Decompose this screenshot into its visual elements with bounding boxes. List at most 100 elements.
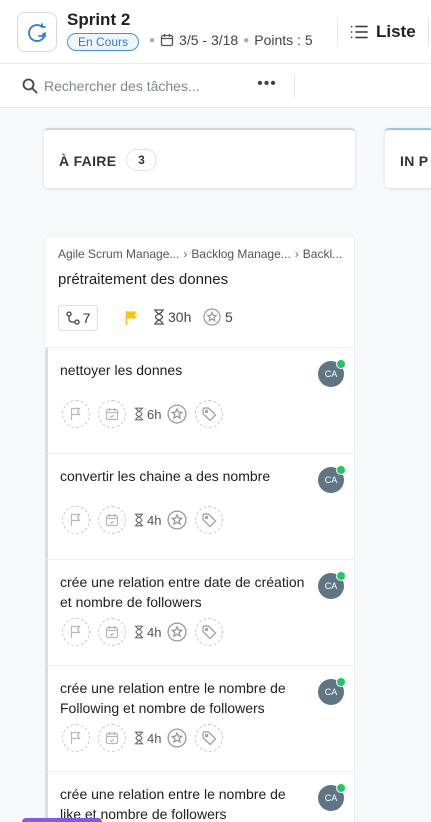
toolbar: •••: [0, 64, 431, 108]
add-tag-button[interactable]: [195, 506, 224, 534]
flag-icon: [70, 731, 81, 744]
hourglass-icon: [134, 731, 144, 745]
sprint-title: Sprint 2: [67, 10, 131, 29]
flag-icon: [70, 625, 81, 638]
view-list-toggle[interactable]: Liste: [350, 22, 416, 42]
time-estimate[interactable]: 4h: [134, 513, 161, 528]
subtask-count: 7: [82, 310, 91, 326]
breadcrumb: Agile Scrum Manage... › Backlog Manage..…: [58, 247, 348, 261]
sprint-header: Sprint 2 En Cours ● 3/5 - 3/18 ● Points …: [0, 0, 431, 64]
hourglass-icon: [134, 625, 144, 639]
story-points[interactable]: 5: [203, 308, 233, 326]
subtask-actions: 4h: [62, 506, 224, 534]
set-due-date-button[interactable]: [98, 618, 126, 646]
subtask-count-button[interactable]: 7: [58, 305, 98, 331]
floating-action-bar[interactable]: [22, 818, 102, 822]
subtask-card[interactable]: convertir les chaine a des nombre CA 4h: [45, 454, 355, 560]
hourglass-icon: [154, 309, 164, 325]
divider: [294, 75, 295, 97]
breadcrumb-item[interactable]: Backl...: [303, 247, 342, 261]
time-estimate-value: 6h: [147, 406, 162, 422]
tag-icon: [202, 513, 217, 528]
breadcrumb-item[interactable]: Agile Scrum Manage...: [58, 247, 179, 261]
separator-dot: ●: [149, 34, 156, 46]
time-estimate-value: 4h: [147, 624, 162, 640]
view-label: Liste: [376, 22, 416, 41]
online-status-dot: [336, 359, 346, 369]
sprint-icon[interactable]: [17, 12, 57, 52]
time-estimate[interactable]: 4h: [134, 625, 161, 640]
set-priority-button[interactable]: [62, 506, 90, 534]
add-tag-button[interactable]: [195, 400, 224, 428]
search-input[interactable]: [44, 75, 244, 97]
flag-icon: [70, 407, 81, 420]
sprint-meta: ● 3/5 - 3/18 ● Points : 5: [144, 32, 313, 48]
story-points-button[interactable]: [167, 622, 188, 642]
calendar-check-icon: [105, 514, 119, 527]
online-status-dot: [336, 571, 346, 581]
set-priority-button[interactable]: [62, 618, 90, 646]
chevron-right-icon: ›: [183, 247, 188, 261]
subtask-card[interactable]: crée une relation entre date de création…: [45, 560, 355, 666]
add-tag-button[interactable]: [195, 724, 224, 752]
add-tag-button[interactable]: [195, 618, 224, 646]
chevron-right-icon: ›: [294, 247, 299, 261]
online-status-dot: [336, 677, 346, 687]
set-due-date-button[interactable]: [98, 400, 126, 428]
priority-flag-icon[interactable]: [125, 310, 139, 326]
flag-icon: [70, 513, 81, 526]
avatar[interactable]: CA: [318, 571, 346, 599]
time-estimate[interactable]: 6h: [134, 407, 161, 422]
set-priority-button[interactable]: [62, 724, 90, 752]
subtask-actions: 4h: [62, 618, 224, 646]
online-status-dot: [336, 783, 346, 793]
subtask-card[interactable]: nettoyer les donnes CA 6h: [45, 348, 355, 454]
subtask-actions: 4h: [62, 724, 224, 752]
time-estimate-value: 30h: [168, 309, 192, 325]
breadcrumb-item[interactable]: Backlog Manage...: [191, 247, 290, 261]
subtask-title[interactable]: nettoyer les donnes: [60, 360, 310, 380]
story-points-value: 5: [225, 309, 233, 325]
avatar-initials: CA: [324, 369, 338, 379]
time-estimate[interactable]: 4h: [134, 731, 161, 746]
set-due-date-button[interactable]: [98, 724, 126, 752]
subtask-actions: 6h: [62, 400, 224, 428]
sprint-dates: 3/5 - 3/18: [179, 32, 239, 48]
subtasks-icon: [65, 311, 80, 325]
avatar-initials: CA: [324, 793, 338, 803]
subtask-title[interactable]: crée une relation entre date de création…: [60, 572, 310, 612]
column-title: À FAIRE: [59, 153, 117, 169]
status-badge[interactable]: En Cours: [67, 33, 140, 51]
calendar-check-icon: [105, 626, 119, 639]
subtask-title[interactable]: crée une relation entre le nombre de Fol…: [60, 678, 310, 718]
avatar[interactable]: CA: [318, 359, 346, 387]
avatar-initials: CA: [324, 687, 338, 697]
subtask-title[interactable]: convertir les chaine a des nombre: [60, 466, 310, 486]
story-points-button[interactable]: [167, 728, 188, 748]
tag-icon: [202, 731, 217, 746]
avatar[interactable]: CA: [318, 677, 346, 705]
task-title[interactable]: prétraitement des donnes: [58, 271, 228, 288]
time-estimate-value: 4h: [147, 730, 162, 746]
hourglass-icon: [134, 407, 144, 421]
avatar[interactable]: CA: [318, 783, 346, 811]
subtask-title[interactable]: crée une relation entre le nombre de lik…: [60, 784, 310, 822]
story-points-button[interactable]: [167, 404, 188, 424]
subtask-card[interactable]: crée une relation entre le nombre de lik…: [45, 772, 355, 822]
list-icon: [350, 25, 368, 39]
avatar-initials: CA: [324, 581, 338, 591]
star-icon: [167, 404, 188, 424]
sprint-points: Points : 5: [254, 32, 313, 48]
more-options-button[interactable]: •••: [256, 74, 278, 96]
star-icon: [167, 622, 188, 642]
calendar-check-icon: [105, 408, 119, 421]
set-due-date-button[interactable]: [98, 506, 126, 534]
subtask-card[interactable]: crée une relation entre le nombre de Fol…: [45, 666, 355, 772]
parent-task-card[interactable]: Agile Scrum Manage... › Backlog Manage..…: [44, 236, 355, 348]
tag-icon: [202, 407, 217, 422]
time-estimate[interactable]: 30h: [153, 309, 191, 325]
avatar[interactable]: CA: [318, 465, 346, 493]
hourglass-icon: [134, 513, 144, 527]
set-priority-button[interactable]: [62, 400, 90, 428]
story-points-button[interactable]: [167, 510, 188, 530]
